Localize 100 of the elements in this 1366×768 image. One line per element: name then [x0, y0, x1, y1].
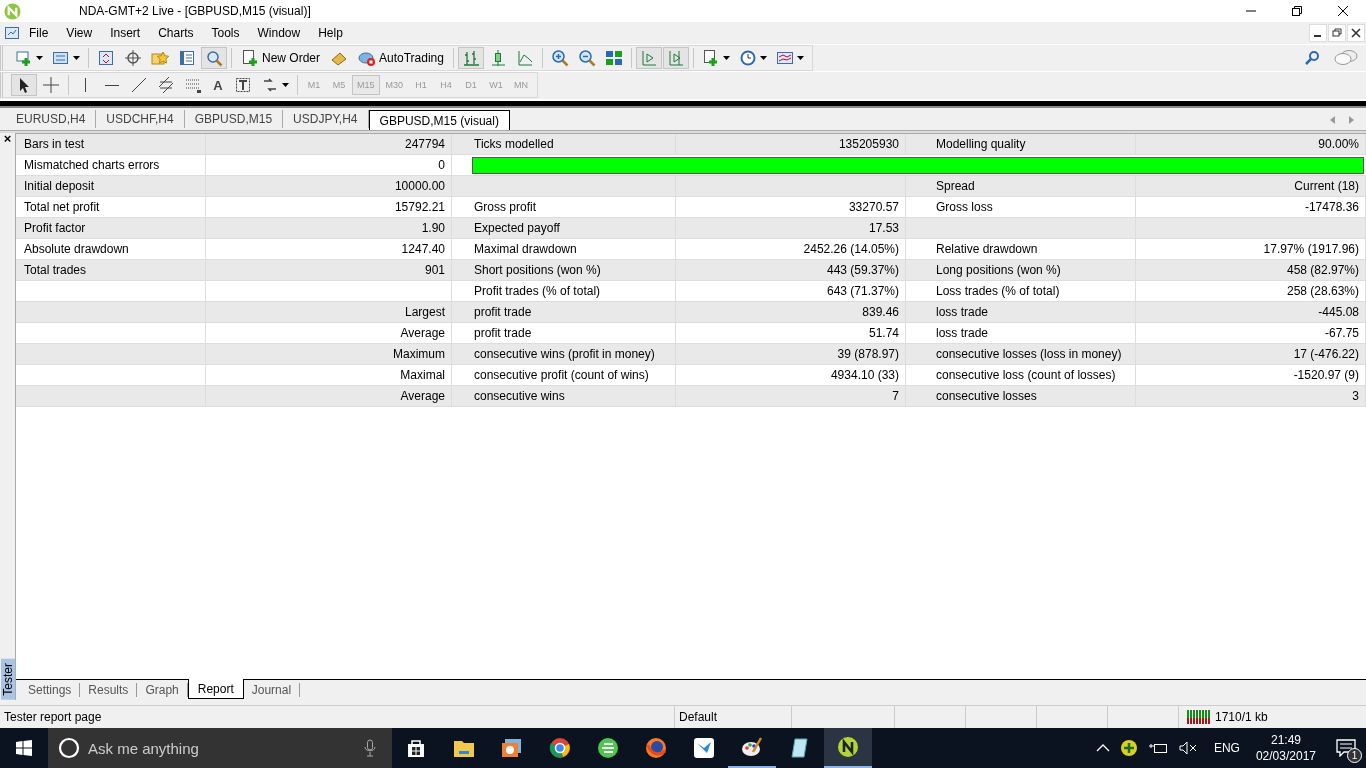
app-logo-icon[interactable]: [837, 736, 859, 758]
autotrading-button[interactable]: AutoTrading: [353, 47, 449, 69]
table-cell: Profit trades (% of total): [452, 281, 676, 301]
action-center-icon[interactable]: [1336, 739, 1356, 757]
table-cell: -1520.97 (9): [1136, 365, 1366, 385]
table-cell: Average: [206, 323, 452, 343]
tester-tab[interactable]: Report: [187, 679, 244, 699]
tester-tab[interactable]: Results: [80, 683, 138, 697]
menu-item[interactable]: Charts: [149, 26, 203, 40]
table-cell: -445.08: [1136, 302, 1366, 322]
channel-icon: [157, 76, 175, 94]
table-cell: profit trade: [452, 323, 676, 343]
clock-time[interactable]: 21:49: [1270, 732, 1301, 748]
tester-tab[interactable]: Graph: [137, 683, 188, 697]
table-cell: 247794: [206, 134, 452, 154]
search-icon[interactable]: [1304, 50, 1320, 66]
zoom-out-icon: [577, 49, 596, 67]
new-order-button[interactable]: New Order: [236, 47, 325, 69]
menu-item[interactable]: Tools: [202, 26, 249, 40]
document-plus-icon: [241, 49, 259, 67]
minimize-icon[interactable]: [1309, 24, 1327, 42]
favorites-icon: [151, 49, 169, 67]
caret-icon: [73, 56, 80, 60]
table-cell: Short positions (won %): [452, 260, 676, 280]
tester-tab[interactable]: Settings: [20, 683, 81, 697]
close-icon[interactable]: [1337, 5, 1349, 17]
bird-app-icon[interactable]: [693, 737, 715, 759]
chart-tab[interactable]: GBPUSD,M15 (visual): [368, 110, 510, 130]
photo-app-icon[interactable]: [501, 737, 523, 759]
table-cell: Long positions (won %): [906, 260, 1136, 280]
table-cell: 17.53: [676, 218, 906, 238]
crosshair-icon: [42, 76, 60, 94]
close-button[interactable]: ×: [3, 133, 12, 145]
table-cell: 15792.21: [206, 197, 452, 217]
caret-icon: [36, 56, 43, 60]
templates-icon: [775, 49, 794, 67]
table-cell: Absolute drawdown: [16, 239, 206, 259]
table-cell: 3: [1136, 386, 1366, 406]
tester-button[interactable]: [201, 47, 227, 69]
table-cell: Total net profit: [16, 197, 206, 217]
table-cell: Relative drawdown: [906, 239, 1136, 259]
store-icon[interactable]: [405, 737, 427, 759]
table-cell: Profit factor: [16, 218, 206, 238]
search-bar[interactable]: Ask me anything: [48, 728, 392, 768]
chevron-up-icon[interactable]: [1095, 744, 1110, 752]
table-cell: profit trade: [452, 302, 676, 322]
cortana-icon: [58, 737, 80, 759]
table-cell: Gross loss: [906, 197, 1136, 217]
tester-tab[interactable]: Journal: [243, 683, 301, 697]
menu-item[interactable]: File: [20, 26, 58, 40]
plus-badge-icon[interactable]: [1119, 739, 1138, 757]
text-tool-button[interactable]: A: [207, 74, 229, 96]
menu-item[interactable]: Insert: [101, 26, 150, 40]
table-cell: 51.74: [676, 323, 906, 343]
table-cell: 839.46: [676, 302, 906, 322]
connection-bars-icon: [1187, 710, 1211, 724]
restore-icon[interactable]: [1291, 5, 1303, 17]
vertical-line-icon: [84, 78, 87, 92]
browser-icon[interactable]: [597, 737, 619, 759]
browser-icon[interactable]: [645, 737, 667, 759]
table-cell: 1.90: [206, 218, 452, 238]
table-cell: Expected payoff: [452, 218, 676, 238]
window-list-icon: [52, 49, 70, 67]
paint-palette-icon[interactable]: [741, 736, 763, 758]
chart-shift-button[interactable]: [662, 47, 689, 69]
menu-item[interactable]: Help: [309, 26, 352, 40]
chat-icon[interactable]: [1334, 49, 1358, 67]
table-cell: Initial deposit: [16, 176, 206, 196]
start-button[interactable]: [16, 740, 32, 756]
chart-tab[interactable]: USDJPY,H4: [283, 110, 369, 128]
bar-chart-button[interactable]: [457, 47, 484, 69]
menu-item[interactable]: View: [57, 26, 102, 40]
table-cell: loss trade: [906, 302, 1136, 322]
microphone-icon[interactable]: [364, 739, 376, 757]
table-cell: Spread: [906, 176, 1136, 196]
battery-icon[interactable]: [1147, 741, 1168, 755]
table-cell: 1247.40: [206, 239, 452, 259]
cursor-button[interactable]: [11, 74, 37, 96]
language-indicator[interactable]: ENG: [1213, 741, 1240, 755]
clock-date[interactable]: 02/03/2017: [1255, 748, 1316, 764]
table-cell: Average: [206, 386, 452, 406]
browser-icon[interactable]: [549, 737, 571, 759]
chart-tab[interactable]: GBPUSD,M15: [184, 110, 284, 128]
chart-tab[interactable]: USDCHF,H4: [96, 110, 185, 128]
table-cell: consecutive losses: [906, 386, 1136, 406]
table-cell: Largest: [206, 302, 452, 322]
table-cell: 17.97% (1917.96): [1136, 239, 1366, 259]
chart-tab[interactable]: EURUSD,H4: [6, 110, 97, 128]
caret-icon: [796, 56, 804, 60]
indicators-icon: [701, 49, 720, 67]
notepad-icon[interactable]: [789, 737, 811, 759]
search-field[interactable]: Ask me anything: [86, 738, 358, 758]
table-cell: 90.00%: [1136, 134, 1366, 154]
chart-window-icon[interactable]: [4, 25, 20, 41]
table-cell: 4934.10 (33): [676, 365, 906, 385]
muted-speaker-icon[interactable]: [1177, 741, 1198, 755]
navigator-icon: [178, 49, 196, 67]
menu-item[interactable]: Window: [248, 26, 310, 40]
table-cell: 458 (82.97%): [1136, 260, 1366, 280]
table-cell: 17 (-476.22): [1136, 344, 1366, 364]
